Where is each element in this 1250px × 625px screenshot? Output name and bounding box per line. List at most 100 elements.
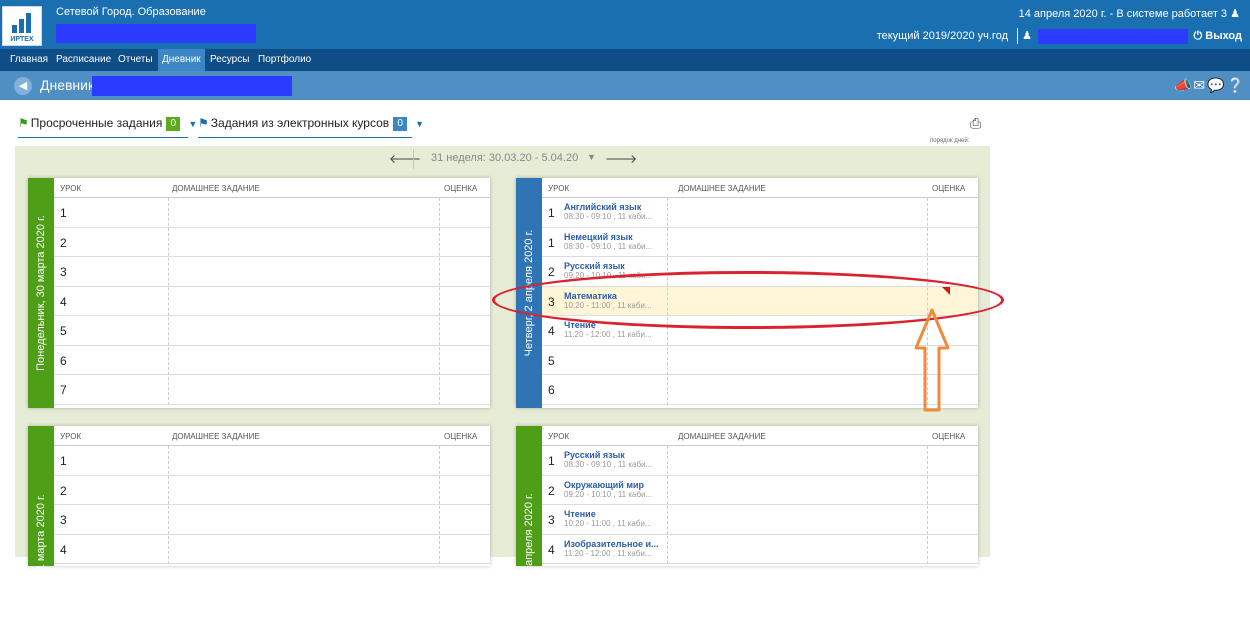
chat-icon[interactable]: 💬 xyxy=(1207,77,1226,93)
column-divider xyxy=(927,446,928,564)
column-divider xyxy=(439,198,440,405)
date-status: 14 апреля 2020 г. - В системе работает 3… xyxy=(1019,7,1240,20)
nav-item-portfolio[interactable]: Портфолио xyxy=(254,49,315,71)
table-header: УРОК ДОМАШНЕЕ ЗАДАНИЕ ОЦЕНКА xyxy=(542,178,978,198)
overdue-label: Просроченные задания xyxy=(30,116,163,130)
table-row[interactable]: 4 xyxy=(54,535,490,564)
table-row[interactable]: 1 xyxy=(54,446,490,476)
lesson-number: 4 xyxy=(548,542,555,557)
announcements-icon[interactable]: 📣 xyxy=(1174,77,1193,93)
header-separator xyxy=(1017,28,1018,44)
user-count-icon: ♟ xyxy=(1230,8,1240,20)
week-selector[interactable]: 31 неделя: 30.03.20 - 5.04.20 xyxy=(431,152,578,164)
column-divider xyxy=(168,198,169,405)
irtex-logo[interactable]: ИРТЕХ xyxy=(2,6,42,46)
column-divider xyxy=(667,446,668,564)
col-grade: ОЦЕНКА xyxy=(444,184,478,193)
table-row[interactable]: 2 xyxy=(54,476,490,505)
day-label-strip: Вторник, 31 марта 2020 г. xyxy=(28,426,54,624)
printer-icon[interactable]: ⎙ xyxy=(970,115,984,131)
subject-link[interactable]: Русский язык xyxy=(564,261,625,271)
table-header: УРОК ДОМАШНЕЕ ЗАДАНИЕ ОЦЕНКА xyxy=(542,426,978,446)
day-card-friday: Пятница, 3 апреля 2020 г. УРОК ДОМАШНЕЕ … xyxy=(516,426,978,625)
table-row[interactable]: 2 Окружающий мир 09:20 - 10:10 , 11 каби..… xyxy=(542,476,978,505)
help-icon[interactable]: ❔ xyxy=(1227,77,1246,93)
subject-link[interactable]: Чтение xyxy=(564,509,596,519)
courses-count-badge: 0 xyxy=(393,117,408,131)
week-panel: 🡐 31 неделя: 30.03.20 - 5.04.20 ▼ 🡒 Поне… xyxy=(15,146,990,625)
subject-link[interactable]: Изобразительное и... xyxy=(564,539,659,549)
col-homework: ДОМАШНЕЕ ЗАДАНИЕ xyxy=(678,432,766,441)
nav-item-schedule[interactable]: Расписание xyxy=(52,49,115,71)
school-year[interactable]: текущий 2019/2020 уч.год xyxy=(877,30,1008,42)
prev-week-arrow-icon[interactable]: 🡐 xyxy=(389,151,421,166)
table-row[interactable]: 4 xyxy=(54,287,490,316)
table-row[interactable]: 4 Изобразительное и... 11:20 - 12:00 , 11 … xyxy=(542,535,978,564)
lesson-number: 2 xyxy=(60,483,67,498)
col-lesson: УРОК xyxy=(548,184,570,193)
table-row[interactable]: 5 xyxy=(54,316,490,346)
day-label-strip: Понедельник, 30 марта 2020 г. xyxy=(28,178,54,408)
table-row[interactable]: 5 xyxy=(542,346,978,375)
logout-button[interactable]: ⏻ Выход xyxy=(1193,30,1242,43)
main-nav: Главная Расписание Отчеты Дневник Ресурс… xyxy=(0,49,1250,71)
table-row[interactable]: 3 xyxy=(54,257,490,287)
lesson-time: 09:20 - 10:10 , 11 каби... xyxy=(564,489,653,499)
nav-item-resources[interactable]: Ресурсы xyxy=(206,49,253,71)
day-label: Вторник, 31 марта 2020 г. xyxy=(35,494,47,624)
flag-icon: ⚑ xyxy=(18,116,29,130)
week-navigation: 🡐 31 неделя: 30.03.20 - 5.04.20 ▼ 🡒 xyxy=(15,146,990,172)
table-row[interactable]: 1 xyxy=(54,198,490,228)
subject-link[interactable]: Немецкий язык xyxy=(564,232,633,242)
courses-label: Задания из электронных курсов xyxy=(210,116,390,130)
lesson-number: 3 xyxy=(60,513,67,527)
lesson-time: 08:30 - 09:10 , 11 каби... xyxy=(564,212,653,221)
lesson-number: 4 xyxy=(60,542,67,557)
student-name-redacted[interactable] xyxy=(92,76,292,96)
table-row[interactable]: 3 xyxy=(54,505,490,535)
logo-text: ИРТЕХ xyxy=(10,36,34,43)
day-card-tuesday: Вторник, 31 марта 2020 г. УРОК ДОМАШНЕЕ … xyxy=(28,426,490,624)
lesson-time: 11:20 - 12:00 , 11 каби... xyxy=(564,548,652,558)
col-homework: ДОМАШНЕЕ ЗАДАНИЕ xyxy=(678,184,766,193)
nav-item-reports[interactable]: Отчеты xyxy=(114,49,157,71)
next-week-arrow-icon[interactable]: 🡒 xyxy=(605,151,637,166)
table-row[interactable]: 6 xyxy=(54,346,490,375)
lesson-number: 4 xyxy=(60,294,67,309)
back-button[interactable]: ◀ xyxy=(14,77,32,95)
col-lesson: УРОК xyxy=(548,432,570,441)
lesson-number: 1 xyxy=(548,454,555,468)
chevron-down-icon[interactable]: ▼ xyxy=(415,119,424,129)
table-row[interactable]: 1 Русский язык 08:30 - 09:10 , 11 каби... xyxy=(542,446,978,476)
mail-icon[interactable]: ✉ xyxy=(1193,77,1207,93)
col-grade: ОЦЕНКА xyxy=(932,432,966,441)
lesson-time: 08:30 - 09:10 , 11 каби... xyxy=(564,241,653,251)
chevron-down-icon[interactable]: ▼ xyxy=(188,119,197,129)
course-tasks-filter[interactable]: ⚑ Задания из электронных курсов 0 ▼ xyxy=(198,116,424,138)
table-header: УРОК ДОМАШНЕЕ ЗАДАНИЕ ОЦЕНКА xyxy=(54,426,490,446)
subject-link[interactable]: Английский язык xyxy=(564,202,641,212)
lesson-number: 5 xyxy=(548,353,555,368)
lesson-number: 1 xyxy=(60,454,67,468)
table-row[interactable]: 7 xyxy=(54,375,490,405)
top-header: ИРТЕХ Сетевой Город. Образование 14 апре… xyxy=(0,0,1250,49)
day-label: Пятница, 3 апреля 2020 г. xyxy=(523,493,535,625)
column-divider xyxy=(439,446,440,564)
col-grade: ОЦЕНКА xyxy=(444,432,478,441)
table-row[interactable]: 6 xyxy=(542,375,978,405)
subject-link[interactable]: Окружающий мир xyxy=(564,480,644,490)
col-homework: ДОМАШНЕЕ ЗАДАНИЕ xyxy=(172,432,260,441)
nav-item-main[interactable]: Главная xyxy=(6,49,52,71)
day-label-strip: Пятница, 3 апреля 2020 г. xyxy=(516,426,542,625)
subject-link[interactable]: Русский язык xyxy=(564,450,625,460)
col-homework: ДОМАШНЕЕ ЗАДАНИЕ xyxy=(172,184,260,193)
flag-icon: ⚑ xyxy=(198,116,209,130)
table-row[interactable]: 3 Чтение 10:20 - 11:00 , 11 каби... xyxy=(542,505,978,535)
user-name-redacted[interactable] xyxy=(1038,29,1188,44)
table-row[interactable]: 2 xyxy=(54,228,490,257)
nav-item-diary[interactable]: Дневник xyxy=(158,49,205,71)
table-row[interactable]: 1 Английский язык 08:30 - 09:10 , 11 каби.… xyxy=(542,198,978,228)
table-row[interactable]: 1 Немецкий язык 08:30 - 09:10 , 11 каби... xyxy=(542,228,978,257)
chevron-down-icon[interactable]: ▼ xyxy=(587,152,596,162)
overdue-tasks-filter[interactable]: ⚑ Просроченные задания 0 ▼ xyxy=(18,116,197,138)
